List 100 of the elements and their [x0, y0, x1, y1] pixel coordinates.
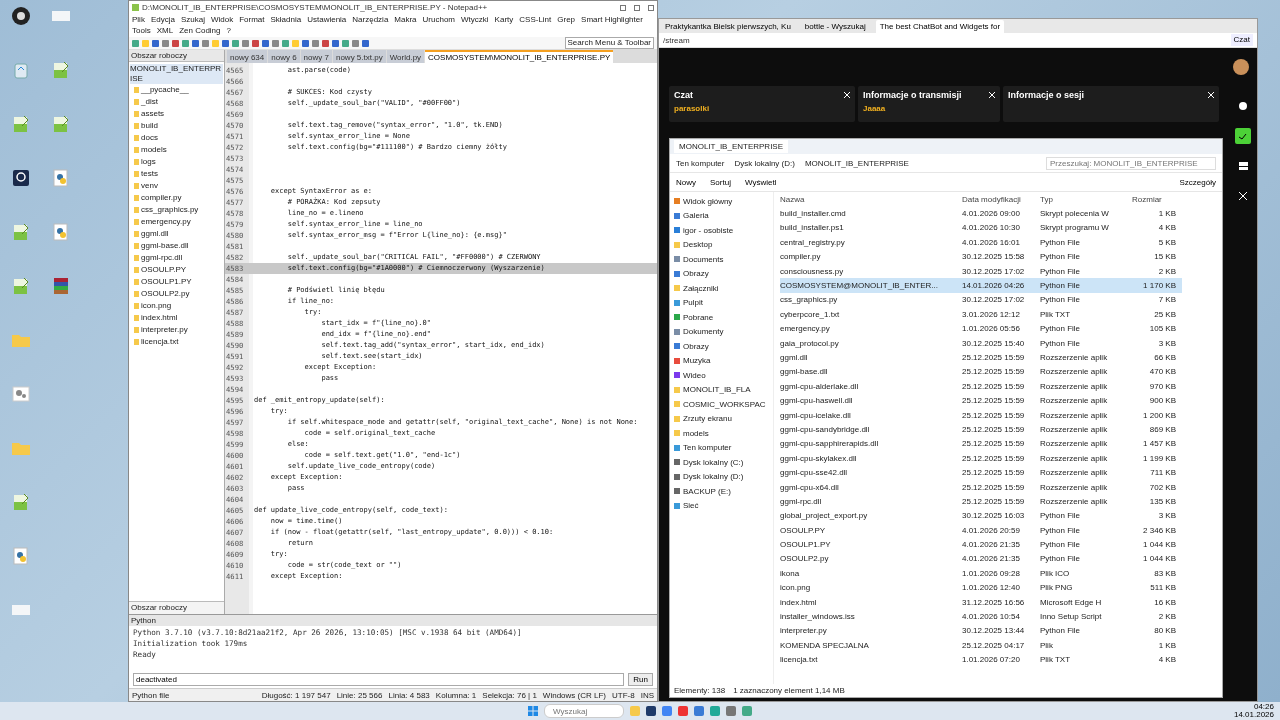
menu-item[interactable]: Narzędzia — [352, 15, 389, 25]
file-row[interactable]: installer_windows.iss 4.01.2026 10:54 Inno Setup Script 2 KB — [780, 609, 1182, 624]
nav-item[interactable]: BACKUP (E:) — [672, 484, 771, 499]
file-row[interactable]: COSMOSYSTEM@MONOLIT_IB_ENTER... 14.01.2026 04:26 Python File 1 170 KB — [780, 278, 1182, 293]
tree-item[interactable]: assets — [130, 108, 223, 120]
menu-item[interactable]: Zen Coding — [179, 26, 221, 36]
nav-item[interactable]: Pobrane — [672, 310, 771, 325]
notepad-icon[interactable] — [12, 277, 30, 295]
menu-item[interactable]: CSS-Lint — [519, 15, 552, 25]
tree-item[interactable]: OSOULP.PY — [130, 264, 223, 276]
nav-item[interactable]: MONOLIT_IB_FLA — [672, 382, 771, 397]
breadcrumb-item[interactable]: Ten komputer — [676, 158, 725, 168]
nav-item[interactable]: Widok główny — [672, 194, 771, 209]
panel-tab[interactable]: Obszar roboczy — [129, 601, 224, 614]
nav-item[interactable]: Załączniki — [672, 281, 771, 296]
tree-item[interactable]: models — [130, 144, 223, 156]
tree-item[interactable]: docs — [130, 132, 223, 144]
python-file-icon[interactable] — [13, 547, 29, 565]
file-row[interactable]: gaia_protocol.py 30.12.2025 15:40 Python File 3 KB — [780, 335, 1182, 351]
view-button[interactable]: Wyświetl — [744, 177, 777, 187]
tree-item[interactable]: ggml-rpc.dll — [130, 252, 223, 264]
browser-tab[interactable]: Praktykantka Bielsk pierwszych, Ku — [661, 19, 795, 33]
details-button[interactable]: Szczegóły — [1179, 177, 1216, 187]
file-tab[interactable]: nowy 634 — [227, 50, 268, 63]
file-tab[interactable]: nowy 5.txt.py — [332, 50, 386, 63]
tree-item[interactable]: tests — [130, 168, 223, 180]
file-row[interactable]: central_registry.py 4.01.2026 16:01 Python File 5 KB — [780, 235, 1182, 250]
tree-item[interactable]: _dist — [130, 96, 223, 108]
file-row[interactable]: ggml-cpu-sse42.dll 25.12.2025 15:59 Rozszerzenie aplik 711 KB — [780, 465, 1182, 480]
file-row[interactable]: consciousness.py 30.12.2025 17:02 Python File 2 KB — [780, 263, 1182, 279]
tree-item[interactable]: OSOULP1.PY — [130, 276, 223, 288]
menu-item[interactable]: Szukaj — [180, 15, 205, 25]
menu-item[interactable]: Smart Highlighter — [581, 15, 643, 25]
file-row[interactable]: ikona 1.01.2026 09:28 Plik ICO 83 KB — [780, 566, 1182, 581]
column-header[interactable]: Nazwa — [780, 194, 956, 204]
column-header[interactable]: Data modyfikacji — [962, 194, 1034, 204]
explorer-tab[interactable]: MONOLIT_IB_ENTERPRISE — [674, 140, 789, 153]
nav-item[interactable]: Documents — [672, 252, 771, 267]
file-row[interactable]: global_project_export.py 30.12.2025 16:03 Python File 3 KB — [780, 508, 1182, 523]
file-row[interactable]: compiler.py 30.12.2025 15:58 Python File 15 KB — [780, 249, 1182, 264]
menu-item[interactable]: Plik — [132, 15, 145, 25]
file-tab[interactable]: World.py — [386, 50, 425, 63]
search-field[interactable]: Przeszukaj: MONOLIT_IB_ENTERPRISE — [1046, 156, 1216, 170]
file-row[interactable]: ggml-cpu-x64.dll 25.12.2025 15:59 Rozszerzenie aplik 702 KB — [780, 479, 1182, 495]
nav-item[interactable]: Zrzuty ekranu — [672, 411, 771, 426]
menu-item[interactable]: Edycja — [150, 15, 175, 25]
nav-item[interactable]: Obrazy — [672, 266, 771, 281]
nav-item[interactable]: Dysk lokalny (D:) — [672, 469, 771, 484]
notepad-icon[interactable] — [12, 115, 30, 133]
trash-bin-icon[interactable] — [14, 61, 28, 79]
menu-item[interactable]: Makra — [394, 15, 417, 25]
nav-item[interactable]: Dokumenty — [672, 324, 771, 339]
file-row[interactable]: ggml.dll 25.12.2025 15:59 Rozszerzenie aplik 66 KB — [780, 350, 1182, 365]
nav-item[interactable]: models — [672, 426, 771, 441]
tree-item[interactable]: ggml.dll — [130, 228, 223, 240]
tree-item[interactable]: interpreter.py — [130, 324, 223, 336]
browser-tab[interactable]: bottle - Wyszukaj — [800, 19, 870, 33]
file-tab[interactable]: COSMOSYSTEM\MONOLIT_IB_ENTERPRISE.PY — [425, 50, 614, 63]
file-row[interactable]: ggml-cpu-sapphirerapids.dll 25.12.2025 15:59 Rozszerzenie aplik 1 457 KB — [780, 436, 1182, 452]
tree-item[interactable]: css_graphics.py — [130, 204, 223, 216]
file-row[interactable]: interpreter.py 30.12.2025 13:44 Python File 80 KB — [780, 623, 1182, 639]
browser-tab[interactable]: The best ChatBot and Widgets for — [875, 19, 1005, 33]
menu-item[interactable]: Widok — [210, 15, 234, 25]
tree-item[interactable]: licencja.txt — [130, 336, 223, 348]
nav-item[interactable]: Desktop — [672, 237, 771, 252]
file-row[interactable]: build_installer.cmd 4.01.2026 09:00 Skrypt polecenia W 1 KB — [780, 206, 1182, 221]
nav-item[interactable]: Obrazy — [672, 339, 771, 354]
tree-item[interactable]: OSOULP2.py — [130, 288, 223, 300]
file-row[interactable]: index.html 31.12.2025 16:56 Microsoft Edge H 16 KB — [780, 594, 1182, 610]
record-icon[interactable] — [11, 6, 31, 26]
nav-item[interactable]: Wideo — [672, 368, 771, 383]
file-tab[interactable]: nowy 6 — [268, 50, 300, 63]
nav-item[interactable]: Pulpit — [672, 295, 771, 310]
info-icon[interactable] — [1239, 102, 1247, 110]
file-row[interactable]: build_installer.ps1 4.01.2026 10:30 Skrypt programu W 4 KB — [780, 220, 1182, 236]
menu-item[interactable]: Tools — [132, 26, 151, 36]
tree-item[interactable]: __pycache__ — [130, 84, 223, 96]
file-row[interactable]: cyberpcore_1.txt 3.01.2026 12:12 Plik TXT 25 KB — [780, 307, 1182, 322]
archive-icon[interactable] — [52, 277, 70, 295]
python-file-icon[interactable] — [53, 169, 69, 187]
file-row[interactable]: css_graphics.py 30.12.2025 17:02 Python File 7 KB — [780, 292, 1182, 308]
copilot-button[interactable]: Czat — [1230, 34, 1253, 46]
code-editor[interactable] — [225, 63, 657, 614]
notepad-icon[interactable] — [12, 493, 30, 511]
file-row[interactable]: licencja.txt 1.01.2026 07:20 Plik TXT 4 KB — [780, 652, 1182, 667]
file-row[interactable]: ggml-cpu-skylakex.dll 25.12.2025 15:59 Rozszerzenie aplik 1 199 KB — [780, 451, 1182, 466]
column-header[interactable]: Rozmiar — [1132, 194, 1176, 204]
menu-item[interactable]: Grep — [557, 15, 576, 25]
menu-item[interactable]: Wtyczki — [461, 15, 489, 25]
tree-item[interactable]: venv — [130, 180, 223, 192]
file-row[interactable]: ggml-base.dll 25.12.2025 15:59 Rozszerzenie aplik 470 KB — [780, 364, 1182, 380]
menu-item[interactable]: Uruchom — [422, 15, 456, 25]
menu-item[interactable]: ? — [226, 26, 231, 36]
run-button[interactable]: Run — [628, 673, 653, 686]
notepad-icon[interactable] — [12, 223, 30, 241]
file-row[interactable]: OSOULP1.PY 4.01.2026 21:35 Python File 1 044 KB — [780, 537, 1182, 552]
python-file-icon[interactable] — [53, 223, 69, 241]
file-row[interactable]: KOMENDA SPECJALNA 25.12.2025 04:17 Plik 1 KB — [780, 638, 1182, 653]
file-row[interactable]: ggml-cpu-icelake.dll 25.12.2025 15:59 Rozszerzenie aplik 1 200 KB — [780, 407, 1182, 423]
nav-item[interactable]: Galeria — [672, 208, 771, 223]
